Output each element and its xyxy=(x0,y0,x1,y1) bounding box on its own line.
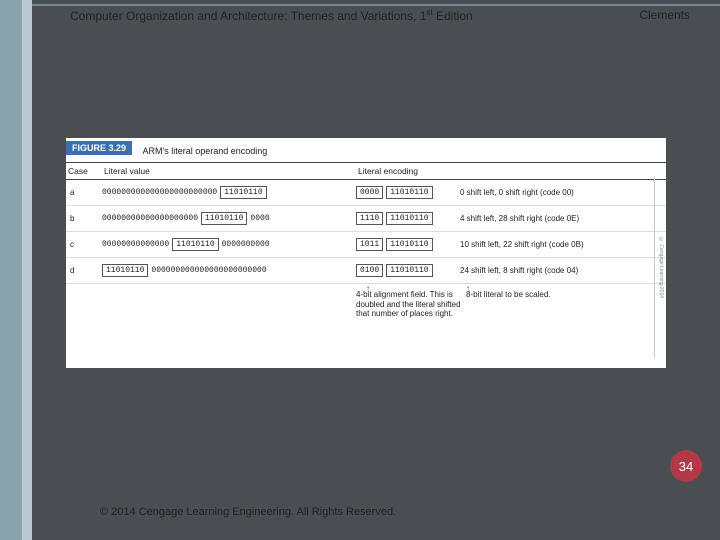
case-label: d xyxy=(66,266,102,275)
left-band-inner xyxy=(22,0,32,540)
encoding: 1011 11010110 xyxy=(356,238,456,251)
zeros-right: 0000000000 xyxy=(222,240,270,249)
header-title: Computer Organization and Architecture: … xyxy=(70,8,473,23)
literal-byte: 11010110 xyxy=(172,238,218,251)
enc-align: 0100 xyxy=(356,264,383,277)
row-desc: 4 shift left, 28 shift right (code 0E) xyxy=(456,214,656,223)
callout-alignment-text: 4-bit alignment field. This is doubled a… xyxy=(356,290,461,318)
top-divider xyxy=(32,4,720,6)
arrow-up-icon: ↑ xyxy=(366,284,370,294)
arrow-up-icon: ↑ xyxy=(466,284,470,294)
encoding: 1110 11010110 xyxy=(356,212,456,225)
case-label: a xyxy=(66,188,102,197)
page-number-badge: 34 xyxy=(670,450,702,482)
page-number: 34 xyxy=(679,459,693,474)
literal-value: 00000000000000000000 11010110 0000 xyxy=(102,212,356,225)
zeros-left: 00000000000000000000 xyxy=(102,214,198,223)
literal-value: 11010110 000000000000000000000000 xyxy=(102,264,356,277)
literal-value: 00000000000000 11010110 0000000000 xyxy=(102,238,356,251)
literal-byte: 11010110 xyxy=(201,212,247,225)
figure-label: FIGURE 3.29 xyxy=(66,141,132,155)
zeros-right: 000000000000000000000000 xyxy=(151,266,266,275)
case-label: b xyxy=(66,214,102,223)
enc-lit: 11010110 xyxy=(386,186,432,199)
title-post: Edition xyxy=(433,9,473,23)
title-pre: Computer Organization and Architecture: … xyxy=(70,9,426,23)
literal-byte: 11010110 xyxy=(220,186,266,199)
table-row: c 00000000000000 11010110 0000000000 101… xyxy=(66,232,666,258)
callouts: ↑ 4-bit alignment field. This is doubled… xyxy=(66,284,666,319)
left-band xyxy=(0,0,22,540)
row-desc: 10 shift left, 22 shift right (code 0B) xyxy=(456,240,656,249)
callout-literal-text: 8-bit literal to be scaled. xyxy=(466,290,551,299)
callout-literal: ↑ 8-bit literal to be scaled. xyxy=(456,290,656,319)
col-desc xyxy=(456,163,656,179)
table-row: a 000000000000000000000000 11010110 0000… xyxy=(66,180,666,206)
header-author: Clements xyxy=(639,8,690,23)
table-header: Case Literal value Literal encoding xyxy=(66,162,666,180)
footer-copyright: © 2014 Cengage Learning Engineering. All… xyxy=(100,506,396,518)
encoding: 0100 11010110 xyxy=(356,264,456,277)
slide-header: Computer Organization and Architecture: … xyxy=(70,8,690,23)
table-row: d 11010110 000000000000000000000000 0100… xyxy=(66,258,666,284)
encoding: 0000 11010110 xyxy=(356,186,456,199)
figure-3-29: FIGURE 3.29 ARM's literal operand encodi… xyxy=(66,138,666,368)
row-desc: 24 shift left, 8 shift right (code 04) xyxy=(456,266,656,275)
enc-align: 1011 xyxy=(356,238,383,251)
enc-lit: 11010110 xyxy=(386,212,432,225)
col-literal: Literal value xyxy=(102,163,356,179)
zeros-left: 000000000000000000000000 xyxy=(102,188,217,197)
col-case: Case xyxy=(66,163,102,179)
enc-align: 1110 xyxy=(356,212,383,225)
figure-title: ARM's literal operand encoding xyxy=(142,146,267,156)
row-desc: 0 shift left, 0 shift right (code 00) xyxy=(456,188,656,197)
callout-alignment: ↑ 4-bit alignment field. This is doubled… xyxy=(356,290,466,319)
table-row: b 00000000000000000000 11010110 0000 111… xyxy=(66,206,666,232)
figure-copyright: © Cengage Learning 2014 xyxy=(654,178,664,358)
col-enc: Literal encoding xyxy=(356,163,456,179)
literal-byte: 11010110 xyxy=(102,264,148,277)
enc-lit: 11010110 xyxy=(386,238,432,251)
enc-align: 0000 xyxy=(356,186,383,199)
literal-value: 000000000000000000000000 11010110 xyxy=(102,186,356,199)
enc-lit: 11010110 xyxy=(386,264,432,277)
zeros-right: 0000 xyxy=(250,214,269,223)
zeros-left: 00000000000000 xyxy=(102,240,169,249)
case-label: c xyxy=(66,240,102,249)
